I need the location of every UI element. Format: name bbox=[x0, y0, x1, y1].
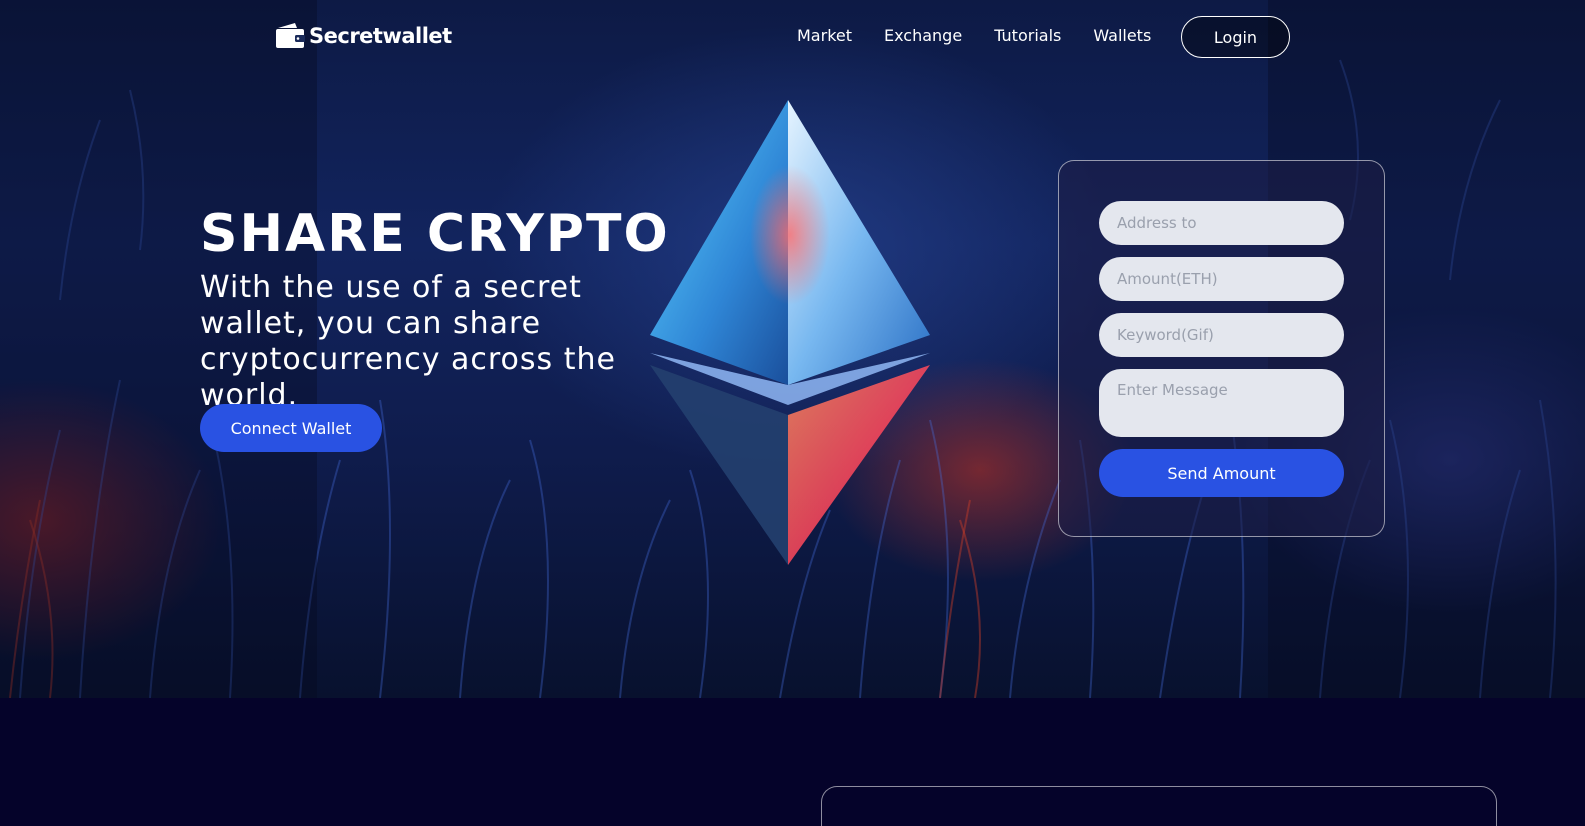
login-button[interactable]: Login bbox=[1181, 16, 1290, 58]
brand-logo[interactable]: Secretwallet bbox=[275, 22, 452, 50]
keyword-input[interactable] bbox=[1099, 313, 1344, 357]
hero-title: SHARE CRYPTO bbox=[200, 204, 670, 264]
nav-link-tutorials[interactable]: Tutorials bbox=[994, 26, 1061, 45]
lower-section bbox=[0, 698, 1585, 826]
nav-link-wallets[interactable]: Wallets bbox=[1093, 26, 1151, 45]
amount-input[interactable] bbox=[1099, 257, 1344, 301]
connect-wallet-button[interactable]: Connect Wallet bbox=[200, 404, 382, 452]
wallet-icon bbox=[276, 23, 305, 48]
hero-subtitle: With the use of a secret wallet, you can… bbox=[200, 270, 616, 413]
nav-link-exchange[interactable]: Exchange bbox=[884, 26, 962, 45]
lower-card bbox=[821, 786, 1497, 826]
address-input[interactable] bbox=[1099, 201, 1344, 245]
send-transaction-card: Send Amount bbox=[1058, 160, 1385, 537]
brand-name: Secretwallet bbox=[309, 24, 452, 48]
hero-section: Secretwallet Market Exchange Tutorials W… bbox=[0, 0, 1585, 698]
main-nav: Market Exchange Tutorials Wallets bbox=[797, 26, 1183, 45]
message-textarea[interactable] bbox=[1099, 369, 1344, 437]
send-amount-button[interactable]: Send Amount bbox=[1099, 449, 1344, 497]
nav-link-market[interactable]: Market bbox=[797, 26, 852, 45]
ethereum-logo-image bbox=[650, 100, 930, 565]
